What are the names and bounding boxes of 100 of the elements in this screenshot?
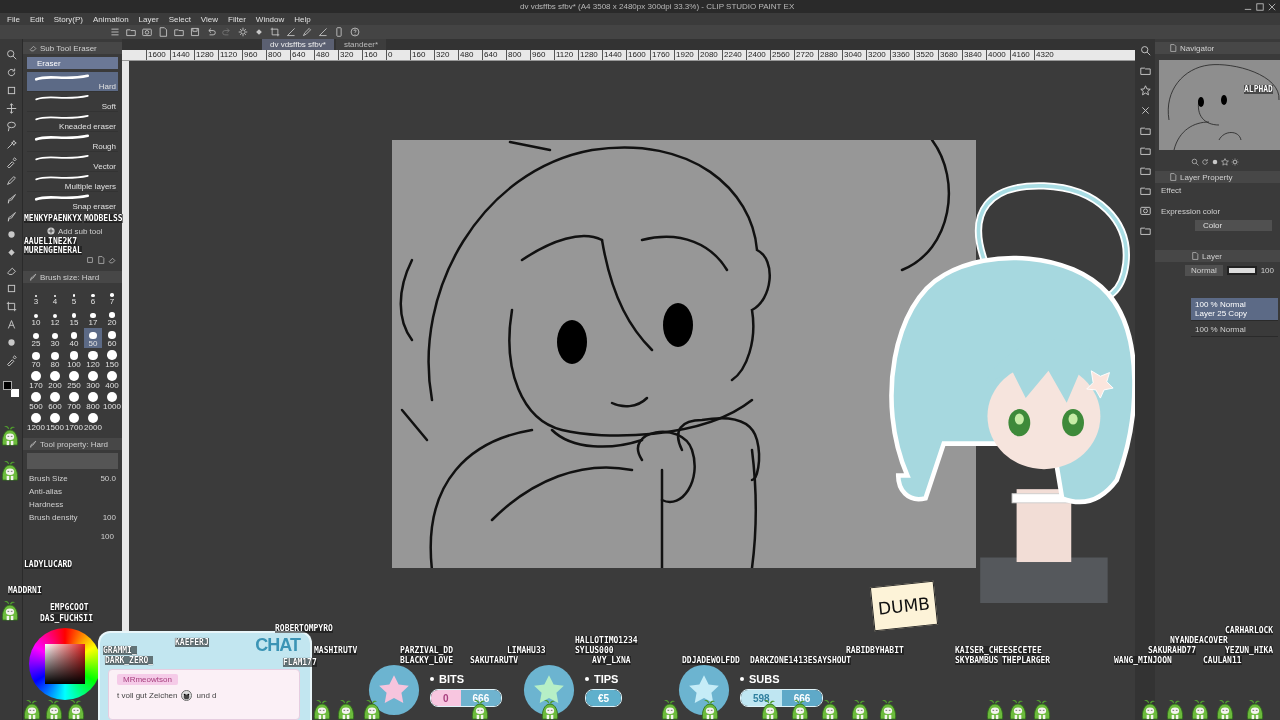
brush-size-option[interactable]: 2000 [84, 412, 102, 432]
sub-tool-item[interactable]: Snap eraser [27, 192, 118, 212]
menu-item[interactable]: Select [168, 14, 191, 24]
menu-item[interactable]: Window [255, 14, 285, 24]
blob-icon[interactable] [5, 229, 17, 240]
brush-size-option[interactable]: 300 [84, 370, 102, 390]
brush-size-option[interactable]: 1200 [27, 412, 45, 432]
brush-size-option[interactable]: 100 [65, 349, 83, 369]
main-color-swatch[interactable] [3, 381, 12, 390]
eraser-icon[interactable] [108, 256, 116, 264]
magnifier-icon[interactable] [1139, 45, 1151, 56]
ruler-icon[interactable] [318, 27, 328, 37]
close-icon[interactable] [1268, 2, 1276, 11]
folder-icon[interactable] [1139, 65, 1151, 76]
brush-size-option[interactable]: 6 [84, 286, 102, 306]
brush-size-option[interactable]: 50 [84, 328, 102, 348]
menu-item[interactable]: Edit [29, 14, 44, 24]
lasso-icon[interactable] [5, 121, 17, 132]
sub-tool-item[interactable]: Kneaded eraser [27, 112, 118, 132]
tool-group[interactable]: Eraser [27, 57, 118, 69]
document-icon[interactable] [97, 256, 105, 264]
navigator-thumbnail[interactable] [1159, 60, 1280, 150]
move-icon[interactable] [5, 103, 17, 114]
eyedropper-icon[interactable] [5, 355, 17, 366]
blob-icon[interactable] [1211, 158, 1219, 166]
brush-size-option[interactable]: 250 [65, 370, 83, 390]
document-icon[interactable] [1169, 173, 1177, 181]
blob-icon[interactable] [5, 337, 17, 348]
layer-row[interactable]: 100 % Normal Layer 25 Copy [1191, 298, 1278, 321]
color-dropdown[interactable]: Color [1195, 220, 1272, 231]
menu-item[interactable]: Story(P) [53, 14, 84, 24]
brush-size-option[interactable]: 3 [27, 286, 45, 306]
brush-size-option[interactable]: 170 [27, 370, 45, 390]
rotate-icon[interactable] [1201, 158, 1209, 166]
folder-icon[interactable] [174, 27, 184, 37]
brush-size-option[interactable]: 1500 [46, 412, 64, 432]
pen-icon[interactable] [302, 27, 312, 37]
folder-icon[interactable] [1139, 225, 1151, 236]
sub-tool-item[interactable]: Hard [27, 72, 118, 92]
brush-size-option[interactable]: 7 [103, 286, 121, 306]
document-tab[interactable]: dv vdsffbs sfbv* [262, 39, 334, 50]
menu-item[interactable]: Layer [138, 14, 159, 24]
camera-icon[interactable] [1139, 205, 1151, 216]
brush-size-option[interactable]: 1000 [103, 391, 121, 411]
brush-size-option[interactable]: 5 [65, 286, 83, 306]
brush-size-option[interactable]: 30 [46, 328, 64, 348]
maximize-icon[interactable] [1256, 2, 1264, 11]
brush-size-option[interactable]: 17 [84, 307, 102, 327]
help-icon[interactable] [350, 27, 360, 37]
text-icon[interactable] [5, 319, 17, 330]
sub-tool-item[interactable]: Rough [27, 132, 118, 152]
gear-icon[interactable] [238, 27, 248, 37]
folder-icon[interactable] [1139, 125, 1151, 136]
brush-size-option[interactable]: 70 [27, 349, 45, 369]
brush-size-option[interactable]: 15 [65, 307, 83, 327]
eyedropper-icon[interactable] [5, 157, 17, 168]
menu-icon[interactable] [110, 27, 120, 37]
camera-icon[interactable] [142, 27, 152, 37]
brush-size-option[interactable]: 120 [84, 349, 102, 369]
menu-item[interactable]: File [7, 14, 20, 24]
document-icon[interactable] [1169, 44, 1177, 52]
brush-size-option[interactable]: 1700 [65, 412, 83, 432]
add-sub-tool-button[interactable]: Add sub tool [47, 226, 103, 236]
tablet-icon[interactable] [334, 27, 344, 37]
property-value[interactable]: 100 [102, 513, 116, 522]
folder-icon[interactable] [126, 27, 136, 37]
brush-icon[interactable] [29, 440, 37, 448]
document-tab[interactable]: standeer* [335, 39, 387, 50]
brush-size-option[interactable]: 80 [46, 349, 64, 369]
document-icon[interactable] [1191, 252, 1199, 260]
brush-icon[interactable] [29, 273, 37, 281]
brush-size-option[interactable]: 600 [46, 391, 64, 411]
magnifier-icon[interactable] [1191, 158, 1199, 166]
eraser-icon[interactable] [29, 44, 37, 52]
undo-icon[interactable] [206, 27, 216, 37]
folder-icon[interactable] [1139, 165, 1151, 176]
sub-tool-item[interactable]: Vector [27, 152, 118, 172]
folder-icon[interactable] [1139, 145, 1151, 156]
property-value[interactable]: 50.0 [100, 474, 116, 483]
brush-size-option[interactable]: 150 [103, 349, 121, 369]
sub-tool-item[interactable]: Soft [27, 92, 118, 112]
star-icon[interactable] [1221, 158, 1229, 166]
brush-size-option[interactable]: 40 [65, 328, 83, 348]
property-value[interactable]: 100 [23, 524, 122, 541]
brush-size-option[interactable]: 500 [27, 391, 45, 411]
document-icon[interactable] [158, 27, 168, 37]
star-icon[interactable] [1139, 85, 1151, 96]
brush-size-option[interactable]: 800 [84, 391, 102, 411]
magnifier-icon[interactable] [5, 49, 17, 60]
menu-item[interactable]: Filter [228, 14, 246, 24]
sub-tool-item[interactable]: Multiple layers [27, 172, 118, 192]
square-icon[interactable] [5, 283, 17, 294]
blend-mode-dropdown[interactable]: Normal [1185, 265, 1223, 276]
sub-color-swatch[interactable] [11, 389, 19, 397]
brush-size-option[interactable]: 700 [65, 391, 83, 411]
brush-size-option[interactable]: 12 [46, 307, 64, 327]
wand-icon[interactable] [5, 139, 17, 150]
brush-size-option[interactable]: 10 [27, 307, 45, 327]
close-icon[interactable] [1139, 105, 1151, 116]
crop-icon[interactable] [270, 27, 280, 37]
